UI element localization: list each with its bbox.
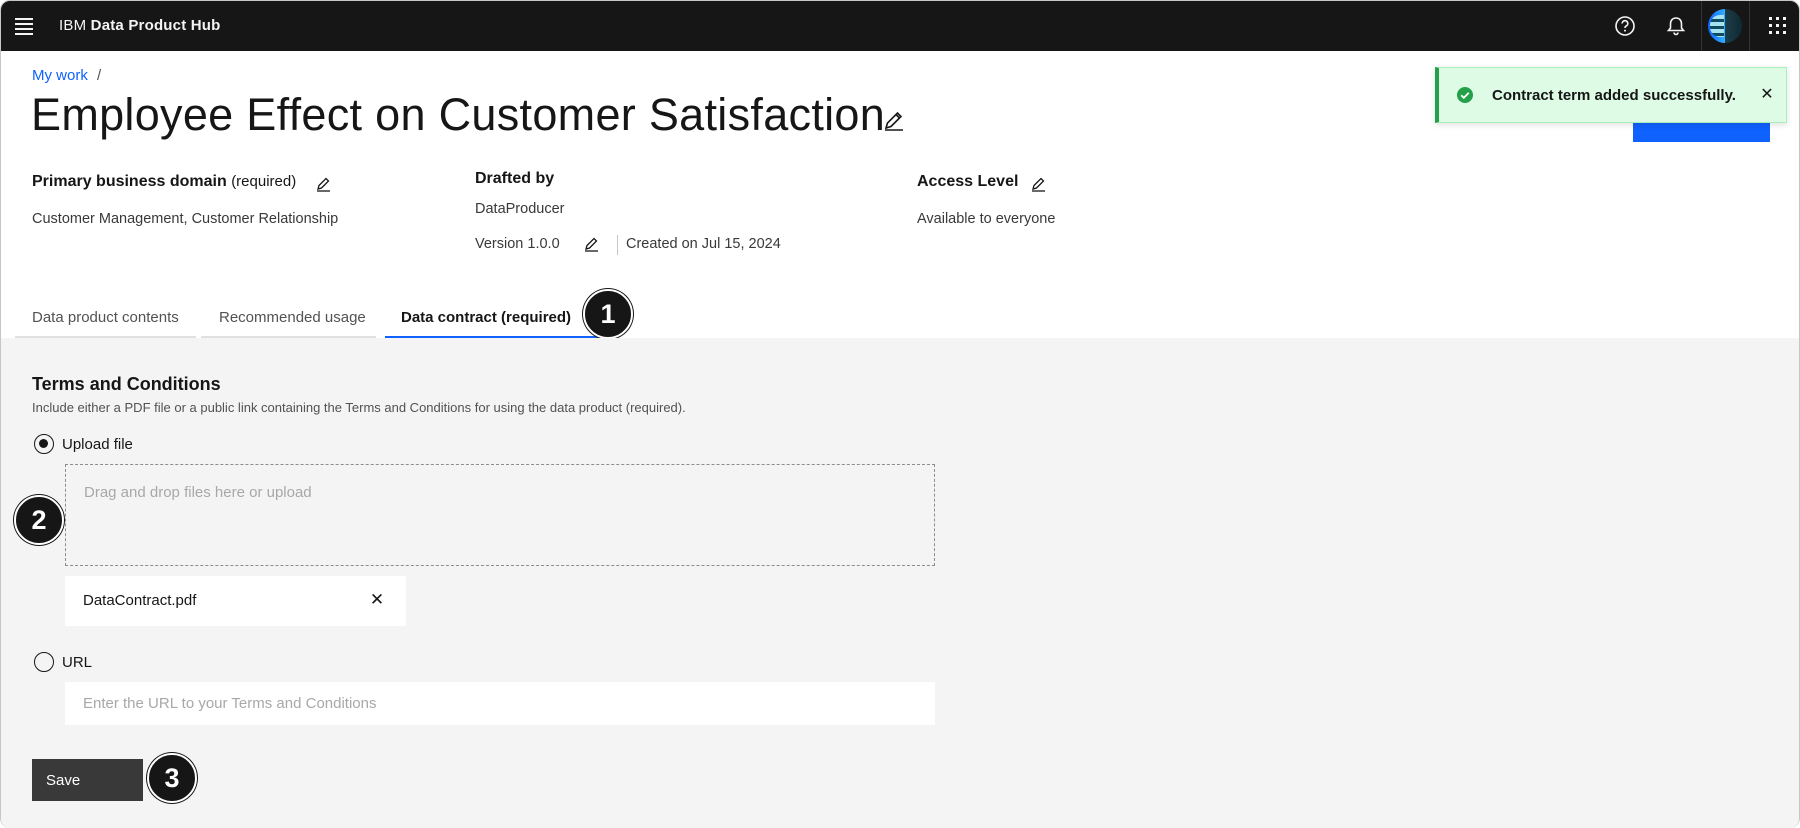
edit-icon[interactable] (1030, 175, 1048, 193)
domain-value: Customer Management, Customer Relationsh… (32, 211, 339, 227)
created-date: Created on Jul 15, 2024 (626, 236, 781, 252)
drafted-by-value: DataProducer (475, 201, 565, 217)
upload-file-radio[interactable] (34, 434, 54, 454)
breadcrumb-my-work[interactable]: My work (32, 67, 88, 84)
tab-data-contract[interactable]: Data contract (required) (385, 303, 603, 338)
header-divider (1749, 1, 1750, 51)
edit-icon[interactable] (881, 107, 907, 133)
domain-label-text: Primary business domain (32, 173, 227, 190)
help-icon[interactable] (1612, 13, 1638, 39)
avatar[interactable] (1708, 9, 1742, 43)
version-text: Version 1.0.0 (475, 236, 560, 252)
url-input[interactable] (65, 682, 935, 725)
url-radio[interactable] (34, 652, 54, 672)
header-divider (1701, 1, 1702, 51)
access-level-label: Access Level (917, 173, 1019, 190)
switcher-icon[interactable] (1769, 17, 1787, 35)
app-title[interactable]: IBM Data Product Hub (59, 17, 221, 34)
callout-2: 2 (14, 495, 64, 545)
section-description: Include either a PDF file or a public li… (32, 400, 686, 415)
tab-recommended-usage[interactable]: Recommended usage (201, 303, 376, 338)
callout-1: 1 (583, 289, 633, 339)
breadcrumb-separator: / (97, 67, 102, 84)
domain-required: (required) (231, 173, 297, 190)
app-name: Data Product Hub (90, 17, 221, 34)
section-title: Terms and Conditions (32, 374, 221, 394)
menu-icon[interactable] (15, 18, 33, 35)
top-header-bar: IBM Data Product Hub (1, 1, 1799, 51)
success-toast: Contract term added successfully. ✕ (1435, 67, 1787, 123)
tab-list: Data product contents Recommended usage … (15, 303, 603, 338)
checkmark-filled-icon (1457, 87, 1473, 103)
upload-file-label[interactable]: Upload file (62, 436, 133, 453)
file-name: DataContract.pdf (83, 592, 197, 609)
domain-label: Primary business domain (required) (32, 173, 296, 191)
app-prefix: IBM (59, 17, 87, 34)
dropzone-text: Drag and drop files here or upload (84, 484, 312, 501)
page-title: Employee Effect on Customer Satisfaction (31, 89, 886, 140)
edit-icon[interactable] (583, 235, 601, 253)
url-label[interactable]: URL (62, 654, 92, 671)
divider (617, 235, 618, 255)
uploaded-file: DataContract.pdf ✕ (65, 576, 406, 626)
bell-icon[interactable] (1663, 13, 1689, 39)
save-button[interactable]: Save (32, 759, 143, 801)
callout-3: 3 (147, 753, 197, 803)
access-level-value: Available to everyone (917, 211, 1056, 227)
close-icon[interactable]: ✕ (366, 589, 388, 611)
file-dropzone[interactable]: Drag and drop files here or upload (65, 464, 935, 566)
drafted-by-label: Drafted by (475, 170, 555, 187)
edit-icon[interactable] (315, 175, 333, 193)
toast-message: Contract term added successfully. (1492, 87, 1736, 104)
tab-data-product-contents[interactable]: Data product contents (15, 303, 196, 338)
close-icon[interactable]: ✕ (1757, 85, 1777, 105)
